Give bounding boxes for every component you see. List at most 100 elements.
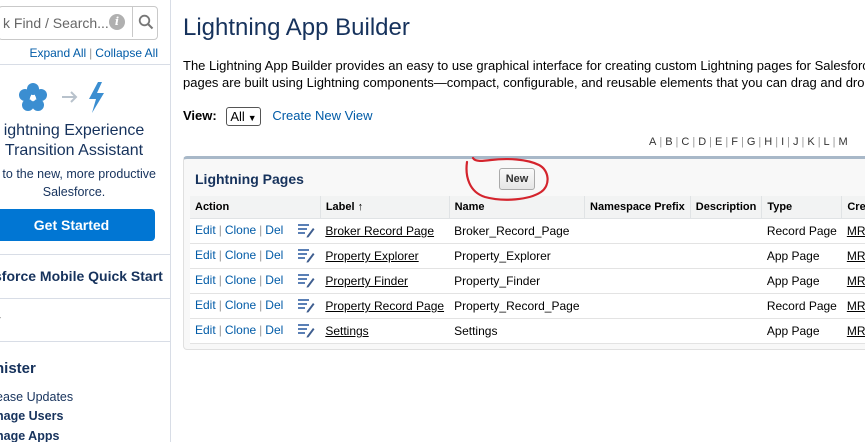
page-label-link[interactable]: Property Record Page (325, 299, 444, 313)
manage-users-link[interactable]: nage Users (0, 409, 63, 423)
delete-link[interactable]: Del (265, 298, 283, 312)
expand-collapse-links: Expand All | Collapse All (29, 46, 158, 60)
release-updates-link[interactable]: ease Updates (0, 390, 73, 404)
namespace-cell (584, 318, 691, 344)
created-by-link[interactable]: MRan (847, 299, 865, 313)
page-label-link[interactable]: Property Explorer (325, 249, 418, 263)
sidebar-divider (0, 254, 170, 255)
col-namespace-prefix[interactable]: Namespace Prefix (584, 196, 691, 219)
edit-page-icon[interactable] (297, 297, 315, 316)
page-title: Lightning App Builder (183, 14, 410, 41)
administer-heading: nister (0, 360, 36, 377)
view-label: View: (183, 107, 217, 123)
lightning-pages-table: Action Label ↑ Name Namespace Prefix Des… (190, 196, 865, 344)
alpha-filter-l[interactable]: L (824, 136, 830, 148)
created-by-cell: MRan (841, 243, 865, 269)
created-by-link[interactable]: MRan (847, 324, 865, 338)
page-label-link[interactable]: Broker Record Page (325, 224, 434, 238)
action-cell: Edit | Clone | Del (190, 243, 321, 269)
col-name[interactable]: Name (449, 196, 586, 219)
created-by-link[interactable]: MRan (847, 249, 865, 263)
alpha-filter-d[interactable]: D (698, 136, 706, 148)
alpha-filter-j[interactable]: J (793, 136, 799, 148)
collapse-all-link[interactable]: Collapse All (95, 46, 158, 60)
get-started-button[interactable]: Get Started (0, 209, 155, 241)
alpha-filter-a[interactable]: A (649, 136, 656, 148)
expand-all-link[interactable]: Expand All (29, 46, 86, 60)
alpha-filter-g[interactable]: G (747, 136, 756, 148)
alpha-filter-e[interactable]: E (715, 136, 722, 148)
delete-link[interactable]: Del (265, 248, 283, 262)
main-content: Lightning App Builder The Lightning App … (171, 0, 865, 442)
edit-link[interactable]: Edit (195, 273, 216, 287)
edit-link[interactable]: Edit (195, 248, 216, 262)
arrow-right-icon (62, 91, 78, 103)
alpha-filter-m[interactable]: M (839, 136, 848, 148)
page-label-link[interactable]: Settings (325, 324, 368, 338)
delete-link[interactable]: Del (265, 223, 283, 237)
info-icon[interactable]: i (109, 14, 125, 30)
lightning-pages-list: Lightning Pages New Action Label ↑ Name … (183, 156, 865, 350)
clone-link[interactable]: Clone (225, 323, 256, 337)
edit-page-icon[interactable] (297, 222, 315, 241)
flower-icon (19, 83, 47, 111)
col-created-by[interactable]: Creat (841, 196, 865, 219)
description-cell (690, 268, 762, 294)
edit-page-icon[interactable] (297, 247, 315, 266)
edit-link[interactable]: Edit (195, 223, 216, 237)
label-cell: Broker Record Page (320, 218, 450, 244)
name-cell: Settings (449, 318, 585, 344)
edit-page-icon[interactable] (297, 322, 315, 341)
new-button[interactable]: New (499, 168, 535, 190)
table-row: Edit | Clone | Del Property Record Page Proper… (190, 293, 865, 319)
created-by-cell: MRan (841, 293, 865, 319)
col-description[interactable]: Description (690, 196, 763, 219)
clone-link[interactable]: Clone (225, 298, 256, 312)
setup-sidebar: i Expand All|Collapse All ightning Exper… (0, 0, 171, 442)
edit-link[interactable]: Edit (195, 298, 216, 312)
clone-link[interactable]: Clone (225, 273, 256, 287)
table-row: Edit | Clone | Del Broker Record Page Broker_R… (190, 218, 865, 244)
name-cell: Property_Record_Page (449, 293, 585, 319)
alpha-filter-i[interactable]: I (781, 136, 784, 148)
table-row: Edit | Clone | Del Settings Settings App Page MR… (190, 318, 865, 344)
list-title: Lightning Pages (195, 171, 304, 187)
description-cell (690, 218, 762, 244)
alpha-filter-c[interactable]: C (681, 136, 689, 148)
created-by-link[interactable]: MRan (847, 274, 865, 288)
alpha-filter-b[interactable]: B (665, 136, 672, 148)
name-cell: Property_Finder (449, 268, 585, 294)
col-action: Action (190, 196, 321, 219)
alphabet-filter: A | B | C | D | E | F | G | H | I | J | K | L | M (649, 136, 848, 148)
create-new-view-link[interactable]: Create New View (272, 108, 372, 123)
col-type[interactable]: Type (761, 196, 843, 219)
search-button[interactable] (132, 7, 158, 37)
alpha-filter-f[interactable]: F (731, 136, 738, 148)
mobile-quick-start-link[interactable]: sforce Mobile Quick Start (0, 268, 163, 284)
created-by-link[interactable]: MRan (847, 224, 865, 238)
delete-link[interactable]: Del (265, 323, 283, 337)
clone-link[interactable]: Clone (225, 248, 256, 262)
clone-link[interactable]: Clone (225, 223, 256, 237)
table-row: Edit | Clone | Del Property Finder Property_Fi… (190, 268, 865, 294)
sidebar-divider (0, 298, 170, 299)
alpha-filter-k[interactable]: K (807, 136, 814, 148)
alpha-filter-h[interactable]: H (764, 136, 772, 148)
delete-link[interactable]: Del (265, 273, 283, 287)
edit-page-icon[interactable] (297, 272, 315, 291)
manage-apps-link[interactable]: nage Apps (0, 429, 59, 442)
edit-link[interactable]: Edit (195, 323, 216, 337)
chevron-right-icon[interactable]: › (0, 310, 1, 324)
page-description: The Lightning App Builder provides an ea… (183, 58, 865, 90)
page-label-link[interactable]: Property Finder (325, 274, 408, 288)
view-filter-row: View: All ▼ Create New View (183, 107, 373, 126)
col-label[interactable]: Label ↑ (320, 196, 450, 219)
name-cell: Property_Explorer (449, 243, 585, 269)
sidebar-divider (0, 341, 170, 342)
quick-find-input[interactable] (0, 7, 123, 39)
namespace-cell (584, 243, 691, 269)
action-cell: Edit | Clone | Del (190, 218, 321, 244)
quick-find-box: i (0, 6, 158, 40)
view-select[interactable]: All ▼ (226, 107, 261, 126)
label-cell: Property Record Page (320, 293, 450, 319)
